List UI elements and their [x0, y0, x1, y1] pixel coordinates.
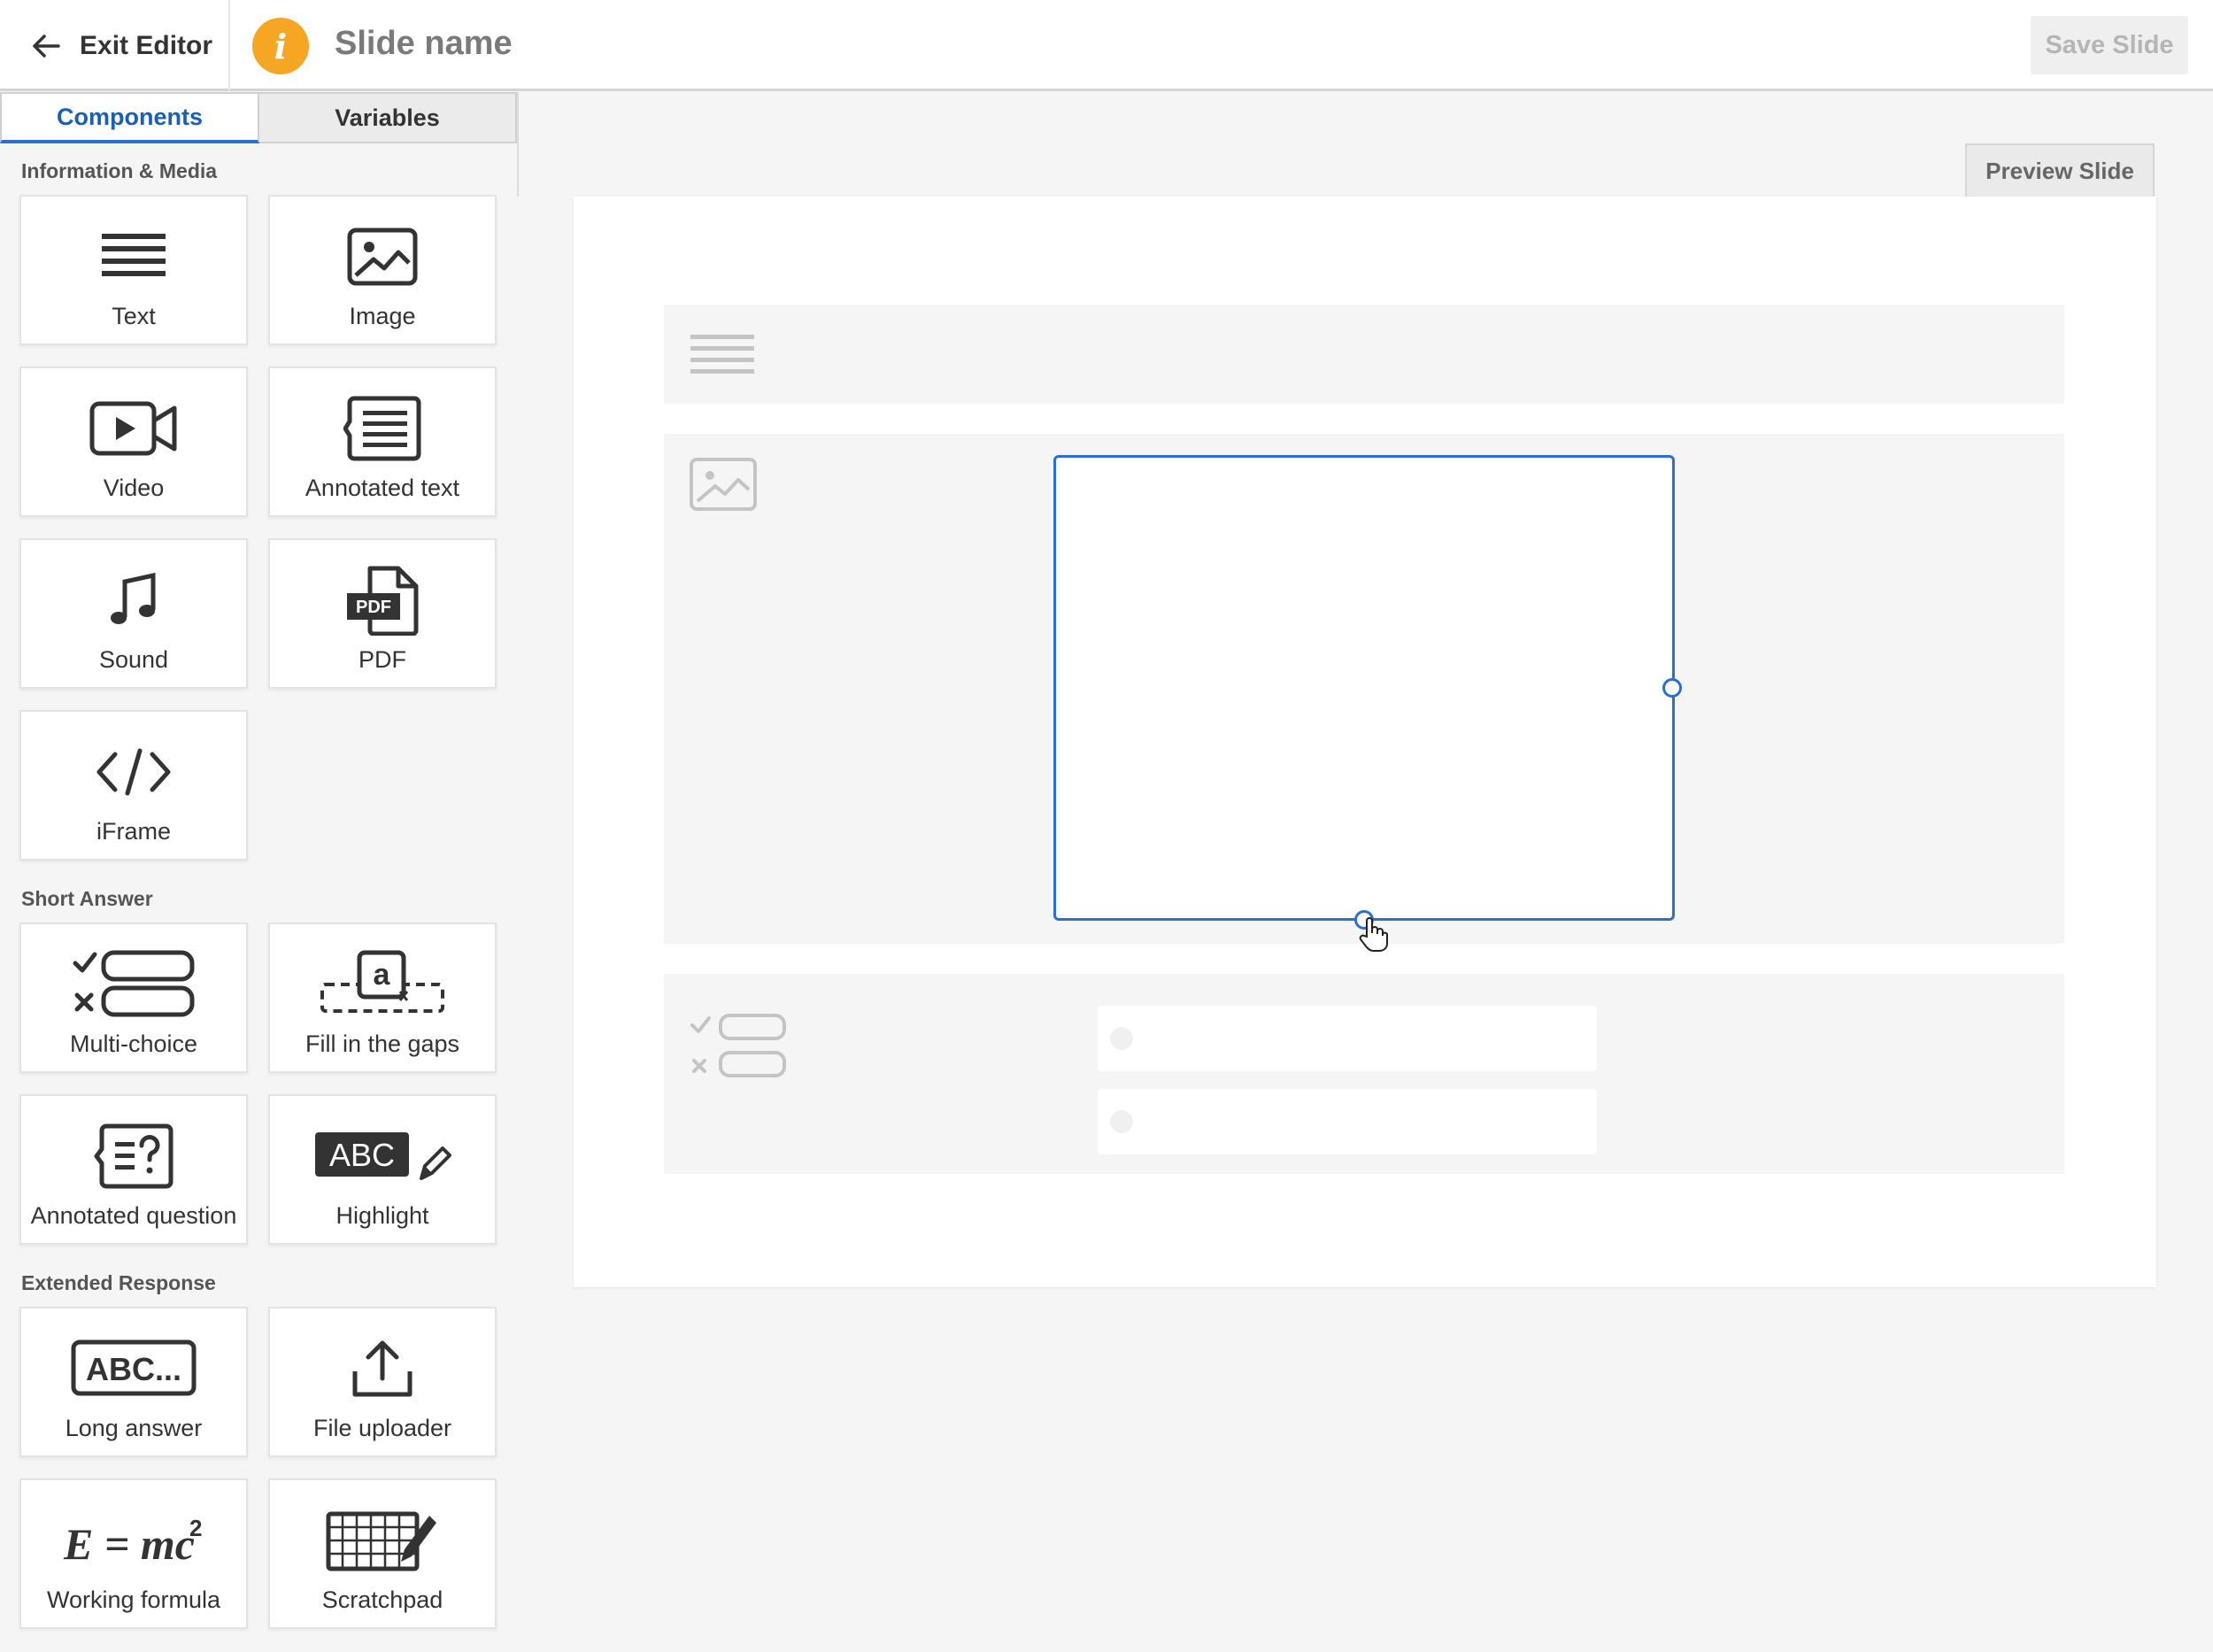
component-video[interactable]: Video [19, 367, 248, 517]
exit-editor-button[interactable]: Exit Editor [0, 0, 230, 91]
formula-icon-superscript: 2 [189, 1515, 202, 1541]
formula-icon-text: E = mc [63, 1519, 195, 1569]
component-annotated-text-label: Annotated text [305, 475, 460, 501]
component-annotated-question[interactable]: Annotated question [19, 1094, 248, 1245]
component-pdf[interactable]: PDF PDF [268, 538, 497, 689]
fill-in-gaps-icon: a [270, 944, 495, 1025]
back-arrow-icon [33, 34, 60, 58]
tab-components[interactable]: Components [0, 92, 259, 143]
component-highlight-label: Highlight [335, 1202, 429, 1229]
exit-editor-label: Exit Editor [80, 30, 213, 60]
component-annotated-text[interactable]: Annotated text [268, 367, 497, 517]
component-file-uploader[interactable]: File uploader [268, 1307, 497, 1457]
component-working-formula[interactable]: E = mc 2 Working formula [19, 1478, 248, 1629]
preview-slide-button[interactable]: Preview Slide [1965, 143, 2155, 197]
image-icon [270, 216, 495, 297]
component-fill-in-the-gaps[interactable]: a Fill in the gaps [268, 922, 497, 1073]
text-block[interactable] [664, 305, 2064, 404]
component-video-label: Video [103, 475, 165, 501]
component-iframe-label: iFrame [96, 818, 171, 845]
component-image-label: Image [349, 303, 416, 329]
pdf-icon-text: PDF [356, 598, 391, 617]
info-icon[interactable]: i [252, 18, 309, 74]
choice-placeholder-row [1098, 1089, 1597, 1154]
hand-cursor-icon [1359, 917, 1388, 952]
component-annotated-question-label: Annotated question [30, 1202, 237, 1229]
component-image[interactable]: Image [268, 195, 497, 345]
multi-choice-block[interactable] [664, 974, 2064, 1174]
text-block-icon [690, 335, 754, 374]
save-slide-button[interactable]: Save Slide [2031, 16, 2188, 74]
fill-gaps-icon-text: a [374, 958, 391, 992]
component-sound-label: Sound [98, 646, 169, 673]
tab-variables[interactable]: Variables [259, 92, 517, 143]
component-highlight[interactable]: ABC Highlight [268, 1094, 497, 1245]
component-long-answer-label: Long answer [65, 1415, 203, 1441]
long-answer-icon: ABC... [21, 1328, 246, 1409]
component-scratchpad-label: Scratchpad [321, 1586, 443, 1613]
top-bar: Exit Editor i Slide name Save Slide [0, 0, 2213, 91]
component-multi-choice[interactable]: Multi-choice [19, 922, 248, 1073]
scratchpad-icon [270, 1500, 495, 1581]
slide-canvas[interactable] [574, 197, 2156, 1287]
component-scratchpad[interactable]: Scratchpad [268, 1478, 497, 1629]
section-label-extended-response: Extended Response [21, 1271, 216, 1294]
pdf-file-icon: PDF [270, 560, 495, 641]
annotated-question-icon [21, 1115, 246, 1197]
upload-icon [270, 1328, 495, 1409]
component-multi-choice-label: Multi-choice [69, 1031, 198, 1057]
highlight-icon: ABC [270, 1115, 495, 1197]
annotated-text-icon [270, 388, 495, 469]
multi-choice-block-icon [690, 1014, 786, 1077]
components-sidebar: Components Variables Information & Media… [0, 92, 517, 1652]
choice-radio-placeholder [1110, 1110, 1133, 1133]
component-working-formula-label: Working formula [46, 1586, 221, 1613]
selected-image-frame[interactable] [1053, 455, 1675, 921]
section-label-short-answer: Short Answer [21, 887, 153, 910]
choice-placeholder-row [1098, 1006, 1597, 1071]
component-long-answer[interactable]: ABC... Long answer [19, 1307, 248, 1457]
long-answer-icon-text: ABC... [86, 1351, 181, 1387]
code-icon [21, 731, 246, 813]
sidebar-tabs: Components Variables [0, 92, 517, 143]
component-iframe[interactable]: iFrame [19, 710, 248, 861]
component-file-uploader-label: File uploader [312, 1415, 452, 1441]
slide-name-title[interactable]: Slide name [335, 25, 513, 63]
formula-icon: E = mc 2 [21, 1500, 246, 1581]
component-fill-in-the-gaps-label: Fill in the gaps [305, 1031, 460, 1057]
choice-radio-placeholder [1110, 1027, 1133, 1050]
component-sound[interactable]: Sound [19, 538, 248, 689]
image-block-icon [690, 458, 757, 511]
multi-choice-icon [21, 944, 246, 1025]
resize-handle-right[interactable] [1662, 678, 1682, 698]
section-label-information-media: Information & Media [21, 159, 218, 182]
component-pdf-label: PDF [359, 646, 406, 673]
music-note-icon [21, 560, 246, 641]
component-text-label: Text [112, 303, 156, 329]
text-lines-icon [21, 216, 246, 297]
video-camera-icon [21, 388, 246, 469]
highlight-icon-text: ABC [329, 1137, 395, 1173]
component-text[interactable]: Text [19, 195, 248, 345]
sidebar-divider [517, 92, 519, 197]
